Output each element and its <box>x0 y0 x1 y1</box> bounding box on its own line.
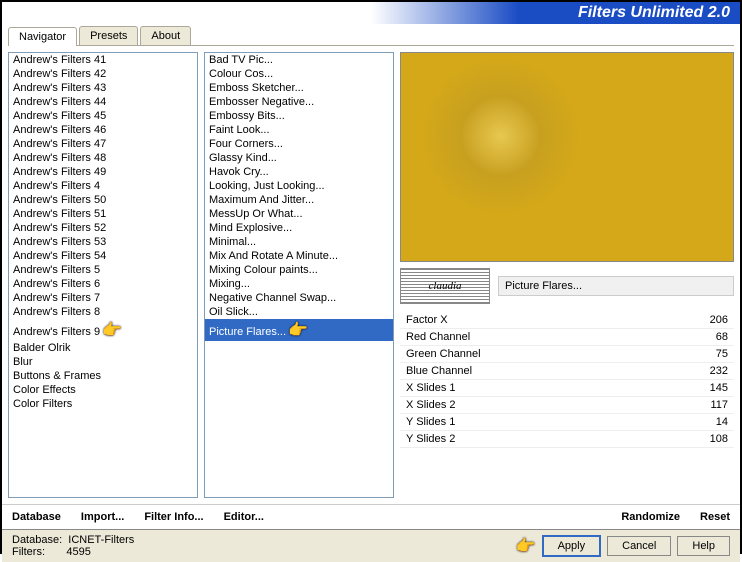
category-item[interactable]: Andrew's Filters 43 <box>9 81 197 95</box>
filter-item[interactable]: Four Corners... <box>205 137 393 151</box>
filter-item[interactable]: Oil Slick... <box>205 305 393 319</box>
filter-item[interactable]: Havok Cry... <box>205 165 393 179</box>
cancel-button[interactable]: Cancel <box>607 536 671 556</box>
preview-image <box>400 52 734 262</box>
category-item[interactable]: Buttons & Frames <box>9 369 197 383</box>
category-item[interactable]: Andrew's Filters 48 <box>9 151 197 165</box>
filter-item[interactable]: MessUp Or What... <box>205 207 393 221</box>
filter-item[interactable]: Negative Channel Swap... <box>205 291 393 305</box>
pointing-hand-icon: 👉 <box>102 320 122 340</box>
param-value: 117 <box>710 399 728 411</box>
filter-item[interactable]: Embosser Negative... <box>205 95 393 109</box>
filter-item[interactable]: Picture Flares...👉 <box>205 319 393 341</box>
current-filter-name: Picture Flares... <box>498 276 734 296</box>
param-row[interactable]: Y Slides 2108 <box>400 431 734 448</box>
param-label: Factor X <box>406 314 710 326</box>
pointing-hand-icon: 👉 <box>516 536 536 556</box>
category-item[interactable]: Andrew's Filters 6 <box>9 277 197 291</box>
param-label: Blue Channel <box>406 365 710 377</box>
category-item[interactable]: Andrew's Filters 5 <box>9 263 197 277</box>
param-label: Y Slides 2 <box>406 433 710 445</box>
param-row[interactable]: Green Channel75 <box>400 346 734 363</box>
tab-about[interactable]: About <box>140 26 191 45</box>
param-value: 108 <box>710 433 728 445</box>
editor-button[interactable]: Editor... <box>224 511 264 523</box>
filter-item[interactable]: Mixing Colour paints... <box>205 263 393 277</box>
category-item[interactable]: Andrew's Filters 9👉 <box>9 319 197 341</box>
param-value: 68 <box>716 331 728 343</box>
status-info: Database: ICNET-Filters Filters: 4595 <box>12 534 514 558</box>
category-item[interactable]: Color Effects <box>9 383 197 397</box>
category-item[interactable]: Andrew's Filters 51 <box>9 207 197 221</box>
category-item[interactable]: Andrew's Filters 7 <box>9 291 197 305</box>
category-item[interactable]: Blur <box>9 355 197 369</box>
filter-list[interactable]: Bad TV Pic...Colour Cos...Emboss Sketche… <box>204 52 394 498</box>
category-item[interactable]: Andrew's Filters 53 <box>9 235 197 249</box>
param-row[interactable]: Red Channel68 <box>400 329 734 346</box>
tab-navigator[interactable]: Navigator <box>8 27 77 46</box>
category-item[interactable]: Andrew's Filters 47 <box>9 137 197 151</box>
param-row[interactable]: Y Slides 114 <box>400 414 734 431</box>
category-list[interactable]: Andrew's Filters 41Andrew's Filters 42An… <box>8 52 198 498</box>
param-row[interactable]: Factor X206 <box>400 312 734 329</box>
param-row[interactable]: X Slides 1145 <box>400 380 734 397</box>
param-row[interactable]: X Slides 2117 <box>400 397 734 414</box>
filter-item[interactable]: Colour Cos... <box>205 67 393 81</box>
param-label: X Slides 2 <box>406 399 710 411</box>
filter-item[interactable]: Embossy Bits... <box>205 109 393 123</box>
database-button[interactable]: Database <box>12 511 61 523</box>
logo: claudia <box>400 268 490 304</box>
right-panel: claudia Picture Flares... Factor X206Red… <box>400 52 734 498</box>
status-bar: Database: ICNET-Filters Filters: 4595 👉 … <box>2 529 740 562</box>
randomize-button[interactable]: Randomize <box>621 511 680 523</box>
category-item[interactable]: Andrew's Filters 54 <box>9 249 197 263</box>
tab-strip: Navigator Presets About <box>8 26 734 46</box>
filter-item[interactable]: Bad TV Pic... <box>205 53 393 67</box>
filter-item[interactable]: Glassy Kind... <box>205 151 393 165</box>
category-item[interactable]: Andrew's Filters 45 <box>9 109 197 123</box>
category-item[interactable]: Andrew's Filters 52 <box>9 221 197 235</box>
help-button[interactable]: Help <box>677 536 730 556</box>
category-item[interactable]: Andrew's Filters 8 <box>9 305 197 319</box>
filter-item[interactable]: Looking, Just Looking... <box>205 179 393 193</box>
reset-button[interactable]: Reset <box>700 511 730 523</box>
import-button[interactable]: Import... <box>81 511 124 523</box>
category-item[interactable]: Andrew's Filters 42 <box>9 67 197 81</box>
category-item[interactable]: Andrew's Filters 50 <box>9 193 197 207</box>
filter-item[interactable]: Faint Look... <box>205 123 393 137</box>
filter-item[interactable]: Mix And Rotate A Minute... <box>205 249 393 263</box>
category-item[interactable]: Color Filters <box>9 397 197 411</box>
category-item[interactable]: Andrew's Filters 46 <box>9 123 197 137</box>
category-item[interactable]: Balder Olrik <box>9 341 197 355</box>
filter-item[interactable]: Minimal... <box>205 235 393 249</box>
param-label: X Slides 1 <box>406 382 710 394</box>
param-value: 232 <box>710 365 728 377</box>
param-value: 206 <box>710 314 728 326</box>
filter-item[interactable]: Mixing... <box>205 277 393 291</box>
pointing-hand-icon: 👉 <box>288 320 308 340</box>
title-bar: Filters Unlimited 2.0 <box>2 2 740 24</box>
app-title: Filters Unlimited 2.0 <box>578 4 730 22</box>
action-bar: Database Import... Filter Info... Editor… <box>2 504 740 529</box>
param-value: 14 <box>716 416 728 428</box>
category-item[interactable]: Andrew's Filters 44 <box>9 95 197 109</box>
filter-item[interactable]: Maximum And Jitter... <box>205 193 393 207</box>
category-item[interactable]: Andrew's Filters 4 <box>9 179 197 193</box>
filter-title-row: claudia Picture Flares... <box>400 268 734 304</box>
param-value: 75 <box>716 348 728 360</box>
parameter-list: Factor X206Red Channel68Green Channel75B… <box>400 312 734 498</box>
category-item[interactable]: Andrew's Filters 49 <box>9 165 197 179</box>
filter-item[interactable]: Mind Explosive... <box>205 221 393 235</box>
param-label: Y Slides 1 <box>406 416 716 428</box>
filter-item[interactable]: Emboss Sketcher... <box>205 81 393 95</box>
main-panel: Andrew's Filters 41Andrew's Filters 42An… <box>2 46 740 504</box>
param-value: 145 <box>710 382 728 394</box>
category-item[interactable]: Andrew's Filters 41 <box>9 53 197 67</box>
filter-info-button[interactable]: Filter Info... <box>144 511 203 523</box>
param-label: Red Channel <box>406 331 716 343</box>
param-row[interactable]: Blue Channel232 <box>400 363 734 380</box>
param-label: Green Channel <box>406 348 716 360</box>
tab-presets[interactable]: Presets <box>79 26 138 45</box>
